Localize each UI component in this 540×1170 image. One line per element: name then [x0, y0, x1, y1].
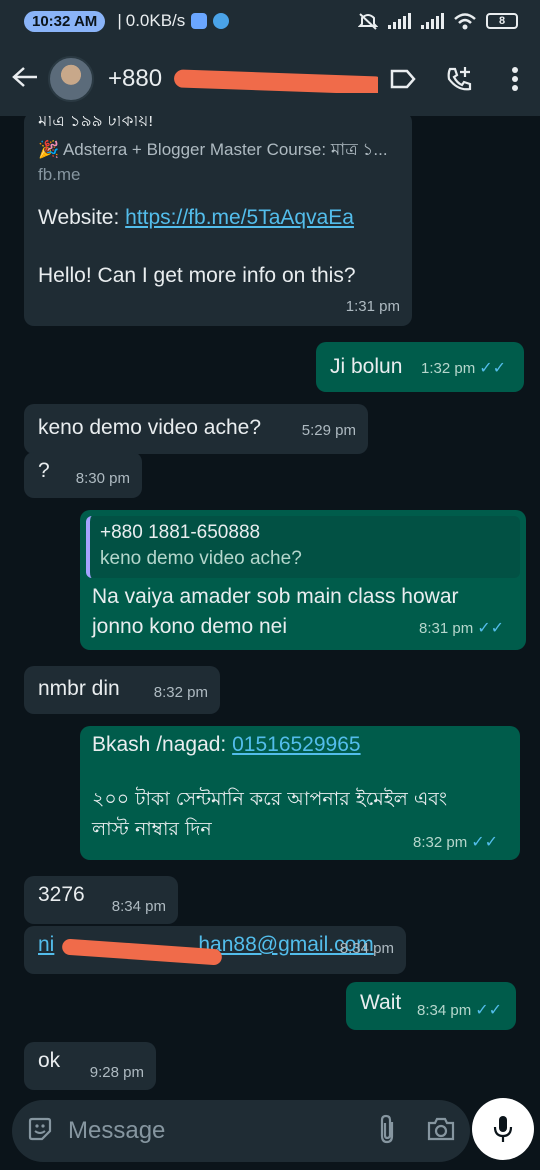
telegram-icon — [213, 13, 230, 29]
message-text: ok — [38, 1049, 61, 1072]
message-outgoing[interactable]: Ji bolun 1:32 pm ✓✓ — [316, 342, 524, 392]
notification-icon — [191, 13, 208, 29]
contact-prefix: +880 — [108, 65, 163, 92]
message-input[interactable] — [68, 1117, 338, 1145]
signal-icon-1 — [388, 13, 411, 29]
message-incoming[interactable]: nmbr din 8:32 pm — [24, 666, 220, 714]
status-separator: | — [117, 11, 122, 30]
read-receipt-icon: ✓✓ — [475, 1002, 502, 1019]
message-time: 5:29 pm — [301, 422, 356, 439]
avatar[interactable] — [48, 56, 94, 102]
signal-icon-2 — [421, 13, 444, 29]
message-outgoing[interactable]: Wait 8:34 pm ✓✓ — [346, 982, 516, 1030]
message-incoming[interactable]: 3276 8:34 pm — [24, 876, 178, 924]
redaction-mark — [173, 69, 378, 93]
attach-icon[interactable] — [378, 1114, 396, 1149]
wifi-icon — [454, 12, 476, 29]
message-time: 8:34 pm — [111, 898, 166, 915]
chat-area[interactable]: মাত্র ১৯৯ টাকায়! 🎉 Adsterra + Blogger M… — [0, 116, 540, 1092]
message-text: Wait — [360, 991, 402, 1014]
label-icon[interactable] — [390, 66, 416, 92]
contact-name[interactable]: +880 — [108, 65, 378, 93]
payment-label: Bkash /nagad: — [92, 733, 233, 756]
message-text: nmbr din — [38, 677, 120, 700]
message-text: Ji bolun — [330, 355, 403, 378]
message-incoming[interactable]: ok 9:28 pm — [24, 1042, 156, 1090]
camera-icon[interactable] — [426, 1116, 456, 1147]
preview-top-text: মাত্র ১৯৯ টাকায়! — [38, 116, 154, 130]
phone-link[interactable]: 01516529965 — [232, 733, 360, 756]
message-time: 8:30 pm — [75, 470, 130, 487]
mic-icon — [493, 1116, 513, 1142]
message-text: ? — [38, 459, 50, 482]
website-label: Website: — [38, 206, 126, 229]
chat-header: +880 — [0, 42, 540, 116]
more-options-icon[interactable] — [502, 66, 528, 92]
mic-button[interactable] — [472, 1098, 534, 1160]
read-receipt-icon: ✓✓ — [471, 834, 498, 851]
emoji-sticker-icon[interactable] — [26, 1115, 54, 1148]
message-incoming[interactable]: ? 8:30 pm — [24, 452, 142, 498]
message-outgoing[interactable]: Bkash /nagad: 01516529965 ২০০ টাকা সেন্ট… — [80, 726, 520, 860]
read-receipt-icon: ✓✓ — [479, 360, 506, 377]
add-call-icon[interactable] — [446, 66, 472, 92]
message-time: 8:34 pm — [416, 1002, 472, 1019]
quoted-text: keno demo video ache? — [100, 548, 302, 569]
website-link[interactable]: https://fb.me/5TaAqvaEa — [125, 206, 354, 229]
back-arrow-icon[interactable] — [12, 62, 42, 96]
compose-bar — [12, 1100, 470, 1162]
email-link-start: ni — [38, 933, 55, 956]
message-time: 1:31 pm — [345, 298, 400, 315]
message-text: keno demo video ache? — [38, 416, 261, 439]
message-time: 8:32 pm — [412, 834, 468, 851]
message-time: 8:32 pm — [153, 684, 208, 701]
status-time: 10:32 AM — [24, 10, 106, 32]
read-receipt-icon: ✓✓ — [477, 620, 504, 637]
message-time: 9:28 pm — [89, 1064, 144, 1081]
message-time: 8:31 pm — [418, 620, 474, 637]
preview-domain: fb.me — [38, 165, 81, 184]
message-outgoing[interactable]: +880 1881-650888 keno demo video ache? N… — [80, 510, 526, 650]
message-time: 8:34 pm — [339, 940, 394, 957]
quoted-sender: +880 1881-650888 — [100, 522, 261, 543]
message-text: 3276 — [38, 883, 85, 906]
message-incoming[interactable]: ni han88@gmail.com 8:34 pm — [24, 926, 406, 974]
message-incoming[interactable]: keno demo video ache? 5:29 pm — [24, 404, 368, 454]
status-bar: 10:32 AM | 0.0KB/s 8 — [0, 0, 540, 42]
message-incoming[interactable]: মাত্র ১৯৯ টাকায়! 🎉 Adsterra + Blogger M… — [24, 116, 412, 326]
message-text: Hello! Can I get more info on this? — [38, 264, 356, 287]
message-time: 1:32 pm — [420, 360, 476, 377]
preview-title[interactable]: 🎉 Adsterra + Blogger Master Course: মাত্… — [38, 137, 398, 163]
quoted-message[interactable]: +880 1881-650888 keno demo video ache? — [86, 516, 520, 578]
net-speed: 0.0KB/s — [125, 11, 186, 30]
mute-icon — [358, 13, 378, 30]
battery-icon: 8 — [486, 13, 518, 29]
